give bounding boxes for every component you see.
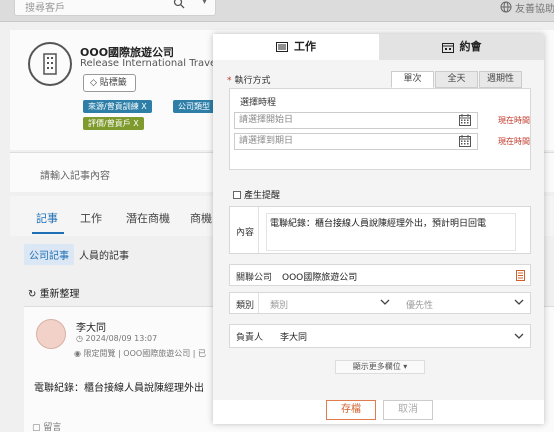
exec-method-label: * 執行方式 xyxy=(227,73,271,86)
add-tag-label: 貼標籤 xyxy=(99,78,127,88)
exec-method-text: 執行方式 xyxy=(234,76,271,86)
post-time: 2024/08/09 13:07 xyxy=(85,334,158,343)
owner-label: 負責人 xyxy=(236,333,264,343)
modal-body: * 執行方式 單次 全天 週期性 選擇時程 請選擇開始日 現在時間 請選擇到期日 … xyxy=(213,60,544,400)
divider xyxy=(258,207,259,253)
eye-icon: ◉ xyxy=(74,349,84,358)
post-content: 電聯紀錄：櫃台接線人員說陳經理外出 xyxy=(34,383,204,394)
calendar-icon[interactable] xyxy=(459,114,471,126)
post-meta: ◉ 限定閱覽 | OOO國際旅遊公司 | 已 xyxy=(74,348,206,359)
end-date-placeholder: 請選擇到期日 xyxy=(239,136,294,146)
category-priority-field: 類別 類別 優先性 xyxy=(229,292,531,314)
chevron-down-icon[interactable] xyxy=(514,331,524,341)
show-more-fields-button[interactable]: 顯示更多欄位 ▾ xyxy=(335,360,425,374)
calendar-icon[interactable] xyxy=(459,135,471,147)
note-placeholder: 請輸入記事內容 xyxy=(40,171,110,182)
tab-work[interactable]: 工作 xyxy=(80,210,102,226)
end-now-link[interactable]: 現在時間 xyxy=(498,136,530,147)
post-meta-text: 限定閱覽 | OOO國際旅遊公司 | 已 xyxy=(83,349,206,358)
owner-value[interactable]: 李大同 xyxy=(280,330,307,343)
chevron-down-icon[interactable] xyxy=(514,297,524,307)
company-english-name: Release International Travel xyxy=(80,58,219,69)
related-company-value[interactable]: OOO國際旅遊公司 xyxy=(282,270,357,283)
divider xyxy=(258,293,259,313)
customer-search-input[interactable]: 搜尋客戶 ▾ xyxy=(14,0,216,16)
segment-recurring[interactable]: 週期性 xyxy=(479,71,522,88)
schedule-panel: 選擇時程 請選擇開始日 現在時間 請選擇到期日 現在時間 xyxy=(229,88,531,170)
add-tag-button[interactable]: ◇ 貼標籤 xyxy=(83,74,136,92)
priority-select[interactable]: 優先性 xyxy=(406,298,433,311)
owner-field: 負責人 李大同 xyxy=(229,324,531,348)
comment-label: 留言 xyxy=(43,423,62,432)
friends-assist-link[interactable]: 友善協助 xyxy=(515,0,554,15)
modal-footer: 存檔 取消 xyxy=(213,400,544,424)
category-label: 類別 xyxy=(236,301,255,311)
globe-icon xyxy=(500,1,512,13)
tag-badge[interactable]: 公司類型 xyxy=(173,100,215,113)
checkbox-box[interactable] xyxy=(233,191,241,199)
save-button[interactable]: 存檔 xyxy=(326,400,376,420)
content-label: 內容 xyxy=(236,228,255,238)
search-icon[interactable] xyxy=(173,0,185,9)
tab-work-label: 工作 xyxy=(294,40,316,53)
tab-opportunities[interactable]: 商機 xyxy=(190,210,212,226)
segment-single[interactable]: 單次 xyxy=(391,71,434,88)
tab-work-modal[interactable]: 工作 xyxy=(213,34,379,60)
top-bar: 搜尋客戶 ▾ 友善協助 xyxy=(0,0,554,22)
refresh-button[interactable]: ↻ 重新整理 xyxy=(28,285,80,300)
refresh-label: 重新整理 xyxy=(39,289,80,300)
start-date-placeholder: 請選擇開始日 xyxy=(239,115,294,125)
related-company-field: 關聯公司 OOO國際旅遊公司 xyxy=(229,264,531,286)
caret-down-icon: ▾ xyxy=(400,362,408,371)
tab-meeting-label: 約會 xyxy=(459,40,482,53)
segment-all-day[interactable]: 全天 xyxy=(435,71,478,88)
cancel-button[interactable]: 取消 xyxy=(383,400,433,420)
tab-potential-opportunities[interactable]: 潛在商機 xyxy=(126,210,170,226)
required-mark: * xyxy=(227,76,232,86)
list-icon xyxy=(276,42,288,52)
refresh-icon: ↻ xyxy=(28,289,40,300)
add-task-modal: 工作 約會 * 執行方式 單次 全天 週期性 選擇時程 請選擇開始日 現在時間 請… xyxy=(213,34,544,424)
start-now-link[interactable]: 現在時間 xyxy=(498,115,530,126)
reminder-label: 產生提醒 xyxy=(244,191,281,201)
category-select[interactable]: 類別 xyxy=(270,298,288,311)
modal-tabs: 工作 約會 xyxy=(213,34,544,60)
subtab-company-notes[interactable]: 公司記事 xyxy=(24,244,74,265)
active-tab-underline xyxy=(32,232,64,234)
clock-icon: ◷ xyxy=(76,334,86,343)
tag-badge[interactable]: 來源/曾貢訓練 X xyxy=(83,100,152,113)
content-textarea[interactable]: 電聯紀錄：櫃台接線人員說陳經理外出，預計明日回電 xyxy=(266,213,516,251)
tag-icon: ◇ xyxy=(90,78,100,88)
subtab-person-notes[interactable]: 人員的記事 xyxy=(74,244,134,265)
comment-button[interactable]: ▢ 留言 xyxy=(32,420,61,432)
avatar xyxy=(36,319,66,349)
building-icon xyxy=(28,42,72,86)
post-author: 李大同 xyxy=(76,323,106,334)
content-field: 內容 電聯紀錄：櫃台接線人員說陳經理外出，預計明日回電 xyxy=(229,206,531,254)
calendar-icon xyxy=(441,42,454,53)
tab-notes[interactable]: 記事 xyxy=(36,210,58,226)
show-more-label: 顯示更多欄位 xyxy=(352,362,401,371)
select-time-label: 選擇時程 xyxy=(240,98,277,108)
comment-icon: ▢ xyxy=(32,423,44,432)
reminder-checkbox[interactable]: 產生提醒 xyxy=(233,188,280,201)
tag-badge[interactable]: 評價/曾貢戶 X xyxy=(83,117,144,130)
end-date-input[interactable]: 請選擇到期日 xyxy=(234,133,478,150)
start-date-input[interactable]: 請選擇開始日 xyxy=(234,112,478,129)
chevron-down-icon[interactable]: ▾ xyxy=(202,0,207,7)
company-card-icon[interactable] xyxy=(516,270,525,281)
chevron-down-icon[interactable] xyxy=(380,297,390,307)
post-timestamp: ◷ 2024/08/09 13:07 xyxy=(76,334,157,343)
related-company-label: 關聯公司 xyxy=(236,273,273,283)
tab-meeting[interactable]: 約會 xyxy=(379,34,544,60)
search-placeholder: 搜尋客戶 xyxy=(25,3,65,14)
